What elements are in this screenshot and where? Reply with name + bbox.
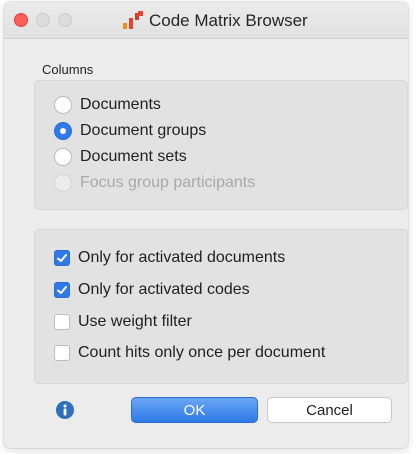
checkbox-label: Only for activated documents [78,249,286,266]
radio-document-groups[interactable]: Document groups [54,120,206,142]
ok-button[interactable]: OK [131,397,258,423]
window-title: Code Matrix Browser [149,11,308,30]
maximize-window-button[interactable] [58,13,72,27]
checkmark-icon [57,254,67,262]
minimize-window-button[interactable] [36,13,50,27]
radio-focus-group-participants: Focus group participants [54,172,255,194]
checkbox-label: Count hits only once per document [78,344,326,361]
code-matrix-browser-dialog: Code Matrix Browser Columns Documents Do… [4,2,408,448]
radio-button[interactable] [54,96,72,114]
title-bar: Code Matrix Browser [4,2,408,39]
radio-button[interactable] [54,148,72,166]
radio-documents[interactable]: Documents [54,94,161,116]
checkbox-only-activated-codes[interactable]: Only for activated codes [54,279,250,301]
checkmark-icon [57,286,67,294]
columns-group-label: Columns [42,62,94,77]
checkbox-count-hits-once[interactable]: Count hits only once per document [54,342,325,364]
checkbox-checked[interactable] [54,282,70,298]
checkbox-checked[interactable] [54,250,70,266]
checkbox-unchecked[interactable] [54,345,70,361]
radio-label: Documents [80,96,161,113]
close-window-button[interactable] [14,13,28,27]
checkbox-use-weight-filter[interactable]: Use weight filter [54,311,192,333]
radio-document-sets[interactable]: Document sets [54,146,187,168]
checkbox-label: Use weight filter [78,313,192,330]
checkbox-label: Only for activated codes [78,281,250,298]
radio-label: Focus group participants [80,174,256,191]
info-icon[interactable] [56,401,74,419]
radio-button-disabled [54,174,72,192]
cancel-button[interactable]: Cancel [267,397,392,423]
maxqda-app-icon [123,11,143,29]
checkbox-only-activated-documents[interactable]: Only for activated documents [54,247,285,269]
radio-button-selected[interactable] [54,122,72,140]
checkbox-unchecked[interactable] [54,314,70,330]
radio-label: Document groups [80,122,207,139]
radio-label: Document sets [80,148,187,165]
